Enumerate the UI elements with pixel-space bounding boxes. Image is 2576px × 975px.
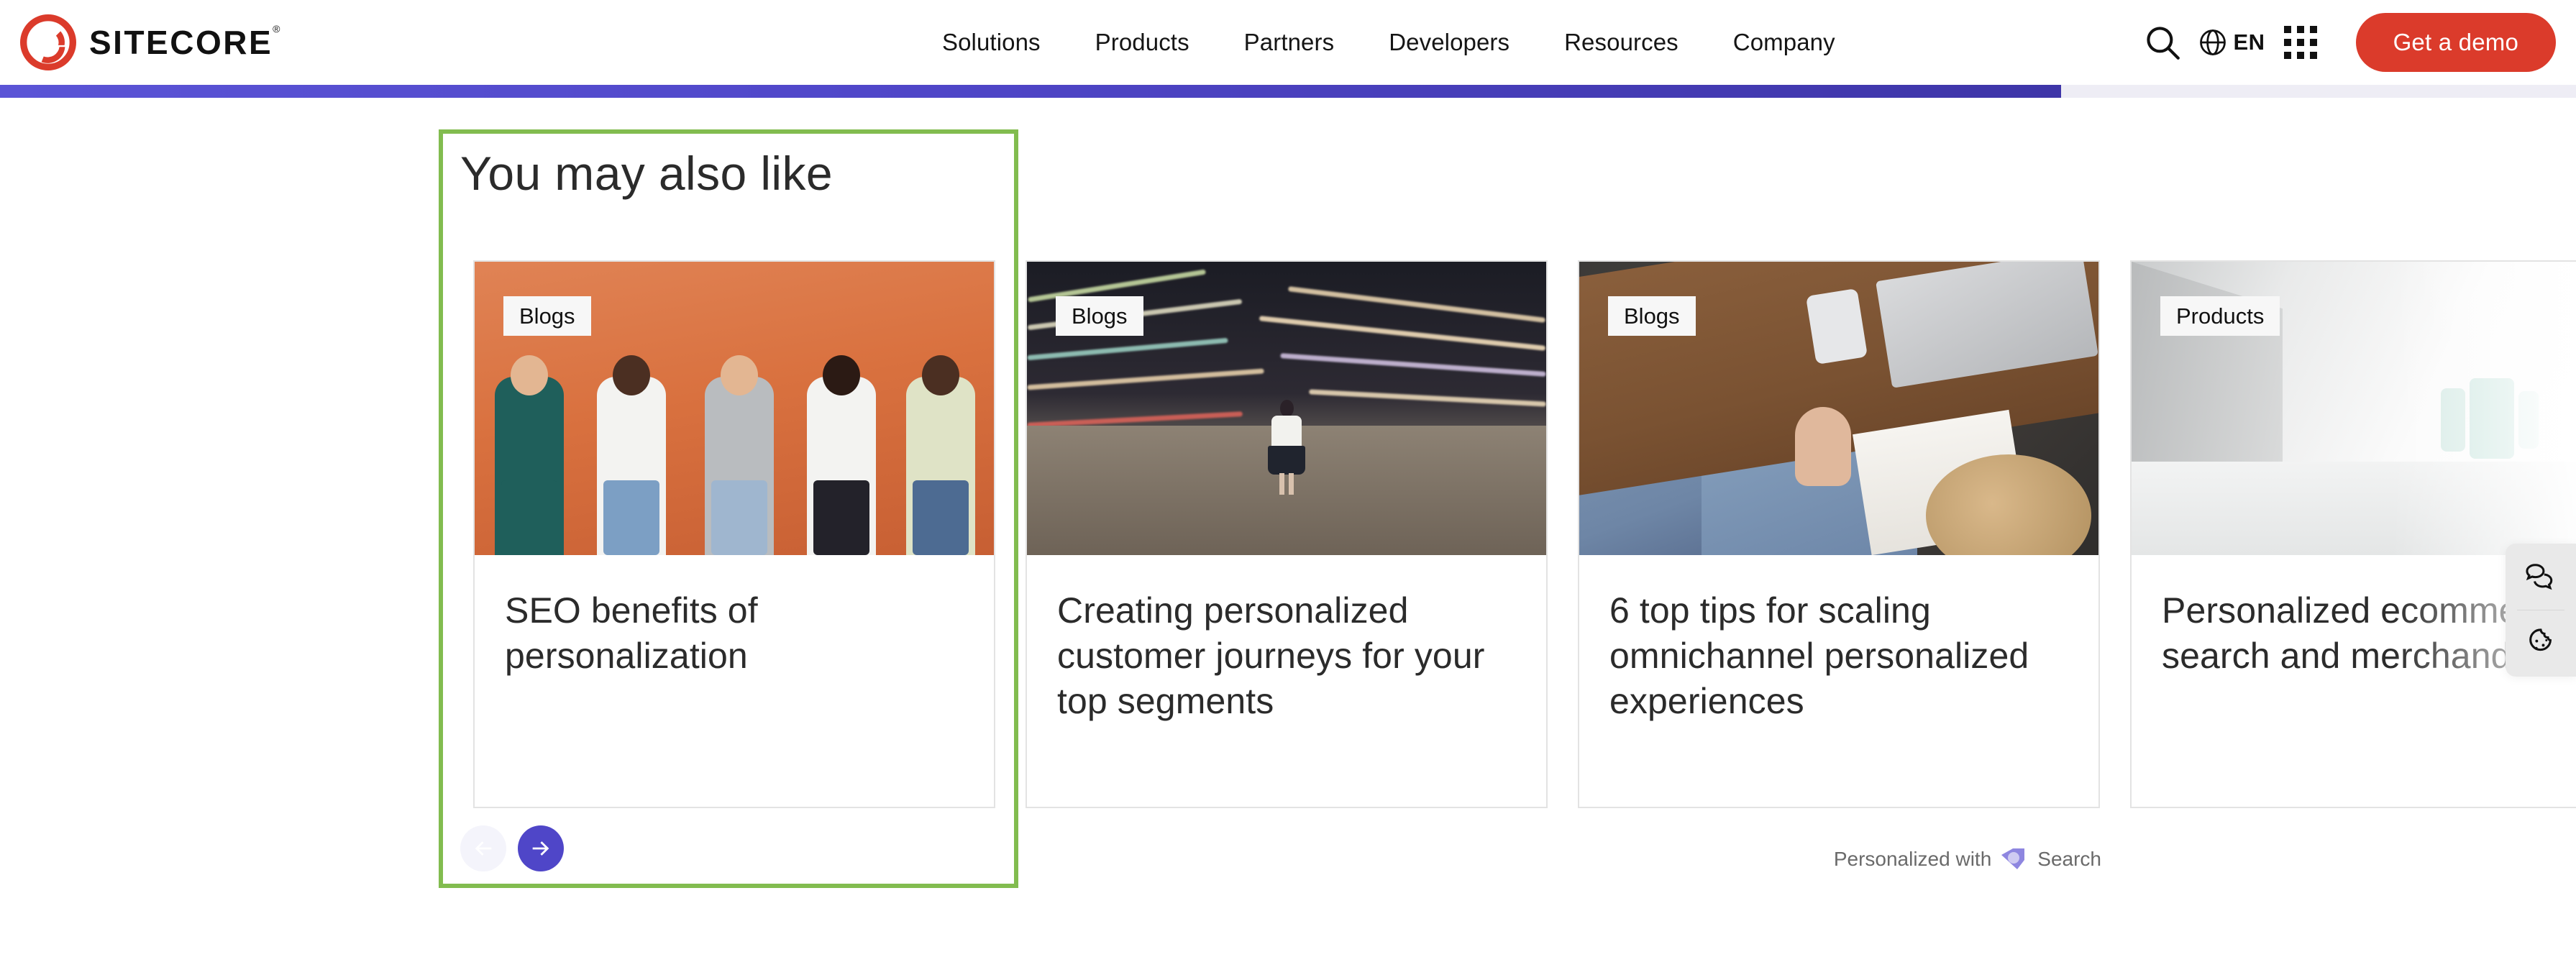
cookie-icon [2529, 628, 2552, 651]
recommendation-card[interactable]: Blogs Creating personalized customer jou… [1026, 260, 1548, 808]
card-image: Blogs [1027, 262, 1546, 555]
carousel-next-button[interactable] [518, 825, 564, 871]
sitecore-logo-icon [20, 14, 76, 70]
brand-wordmark: SITECORE® [89, 22, 282, 61]
cookie-preferences-button[interactable] [2506, 610, 2576, 677]
site-header: SITECORE® Solutions Products Partners De… [0, 0, 2576, 85]
language-label: EN [2233, 29, 2265, 55]
primary-nav: Solutions Products Partners Developers R… [915, 29, 1863, 56]
globe-icon [2200, 29, 2226, 55]
grid-apps-icon[interactable] [2283, 26, 2317, 59]
arrow-left-icon [475, 841, 492, 856]
get-a-demo-button[interactable]: Get a demo [2355, 13, 2556, 72]
nav-item-company[interactable]: Company [1706, 29, 1863, 56]
attribution-brand: Search [2037, 848, 2101, 870]
nav-item-solutions[interactable]: Solutions [915, 29, 1068, 56]
personalization-attribution: Personalized with Search [1834, 847, 2101, 871]
scroll-progress-fill [0, 85, 2061, 98]
nav-item-partners[interactable]: Partners [1217, 29, 1362, 56]
card-category-badge: Products [2160, 296, 2280, 337]
carousel-prev-button[interactable] [460, 825, 506, 871]
carousel-controls [460, 825, 564, 871]
nav-item-products[interactable]: Products [1068, 29, 1217, 56]
sitecore-search-logo-icon [2001, 848, 2025, 869]
live-chat-button[interactable] [2506, 544, 2576, 610]
scroll-progress-track [0, 85, 2576, 98]
recommendation-card[interactable]: Blogs SEO benefits of personalization [473, 260, 995, 808]
search-icon[interactable] [2139, 19, 2186, 65]
card-title: 6 top tips for scaling omnichannel perso… [1609, 590, 2029, 721]
card-category-badge: Blogs [503, 296, 591, 337]
floating-side-widgets [2506, 544, 2576, 677]
card-title: Creating personalized customer journeys … [1057, 590, 1485, 721]
card-image: Blogs [475, 262, 994, 555]
card-body: SEO benefits of personalization [475, 555, 994, 679]
card-body: 6 top tips for scaling omnichannel perso… [1579, 555, 2098, 724]
recommendation-carousel[interactable]: Blogs SEO benefits of personalization Bl… [473, 260, 2576, 808]
brand-logo-link[interactable]: SITECORE® [20, 0, 282, 85]
chat-bubbles-icon [2526, 564, 2553, 590]
header-actions: EN Get a demo [2139, 0, 2556, 85]
nav-item-developers[interactable]: Developers [1361, 29, 1537, 56]
nav-item-resources[interactable]: Resources [1537, 29, 1706, 56]
card-body: Creating personalized customer journeys … [1027, 555, 1546, 724]
card-image: Products [2132, 262, 2576, 555]
card-category-badge: Blogs [1056, 296, 1143, 337]
card-image: Blogs [1579, 262, 2098, 555]
card-title: SEO benefits of personalization [505, 590, 758, 676]
attribution-prefix: Personalized with [1833, 848, 1992, 870]
trademark-symbol: ® [273, 22, 282, 35]
page-title: You may also like [460, 147, 833, 200]
recommendation-card[interactable]: Products Personalized ecommerce search a… [2130, 260, 2576, 808]
recommendation-card[interactable]: Blogs 6 top tips for scaling omnichannel… [1578, 260, 2100, 808]
arrow-right-icon [532, 841, 549, 856]
card-category-badge: Blogs [1608, 296, 1696, 337]
language-selector[interactable]: EN [2197, 27, 2265, 58]
